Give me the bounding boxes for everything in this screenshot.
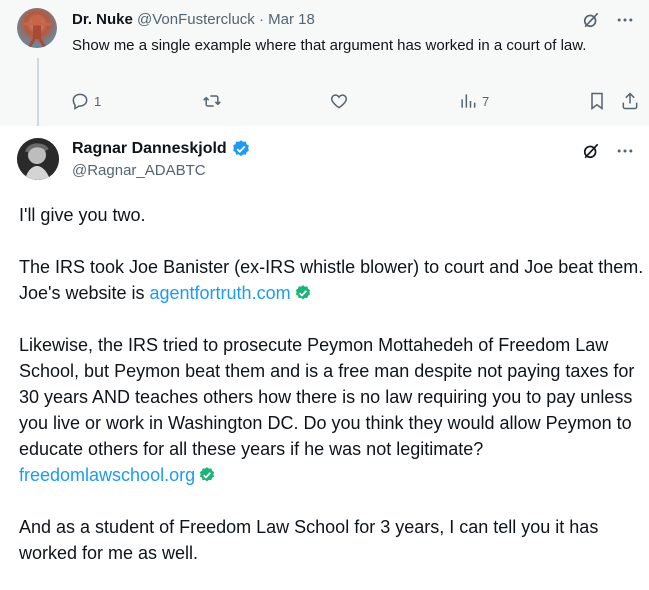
reply-text: Show me a single example where that argu… — [72, 37, 587, 54]
avatar-figure-icon — [23, 15, 51, 48]
thread-line — [37, 58, 39, 126]
paragraph-text: The IRS took Joe Banister (ex-IRS whistl… — [19, 257, 644, 303]
agentfortruth-link[interactable]: agentfortruth.com — [150, 283, 291, 303]
views-count: 7 — [482, 93, 490, 109]
freedomlawschool-link[interactable]: freedomlawschool.org — [19, 465, 195, 485]
more-icon[interactable] — [615, 141, 635, 161]
post-date[interactable]: Mar 18 — [268, 11, 315, 28]
author-handle[interactable]: @Ragnar_ADABTC — [72, 162, 206, 179]
parent-tweet[interactable]: Dr. Nuke @VonFustercluck · Mar 18 Show m… — [0, 0, 649, 126]
paragraph: The IRS took Joe Banister (ex-IRS whistl… — [19, 254, 644, 306]
retweet-button[interactable] — [202, 91, 222, 111]
paragraph: And as a student of Freedom Law School f… — [19, 517, 599, 563]
like-button[interactable] — [329, 91, 349, 111]
author-name[interactable]: Ragnar Danneskjold — [72, 140, 227, 158]
more-icon[interactable] — [615, 10, 635, 30]
tweet-top-icons — [581, 141, 635, 161]
paragraph: freedomlawschool.org — [19, 462, 644, 488]
tweet-body: I'll give you two. The IRS took Joe Bani… — [19, 202, 644, 566]
separator: · — [258, 11, 264, 28]
action-bar: 1 7 — [70, 91, 645, 113]
author-handle[interactable]: @VonFustercluck — [137, 11, 255, 28]
reply-button[interactable]: 1 — [70, 91, 101, 111]
reply-count: 1 — [94, 93, 102, 109]
bookmark-button[interactable] — [587, 91, 607, 111]
reply-icon — [72, 93, 88, 110]
avatar[interactable] — [17, 8, 57, 48]
views-icon — [461, 94, 476, 108]
paragraph: I'll give you two. — [19, 205, 146, 225]
paragraph-text: Likewise, the IRS tried to prosecute Pey… — [19, 335, 635, 459]
reply-top-icons — [581, 10, 635, 30]
avatar[interactable] — [17, 138, 59, 180]
link-check-icon — [295, 285, 310, 300]
reply-header: Dr. Nuke @VonFustercluck · Mar 18 — [72, 10, 315, 30]
link-check-icon — [199, 467, 215, 482]
retweet-icon — [203, 95, 221, 107]
grok-icon[interactable] — [581, 10, 601, 30]
author-name-row: Ragnar Danneskjold — [72, 139, 251, 159]
share-icon — [622, 92, 638, 110]
views-button[interactable]: 7 — [458, 91, 489, 111]
verified-badge-icon[interactable] — [231, 139, 251, 159]
like-icon — [330, 94, 348, 109]
bookmark-icon — [591, 92, 603, 110]
author-name[interactable]: Dr. Nuke — [72, 11, 133, 28]
paragraph: Likewise, the IRS tried to prosecute Pey… — [19, 332, 644, 462]
grok-icon[interactable] — [581, 141, 601, 161]
share-button[interactable] — [620, 91, 640, 111]
avatar-portrait-icon — [17, 138, 59, 180]
